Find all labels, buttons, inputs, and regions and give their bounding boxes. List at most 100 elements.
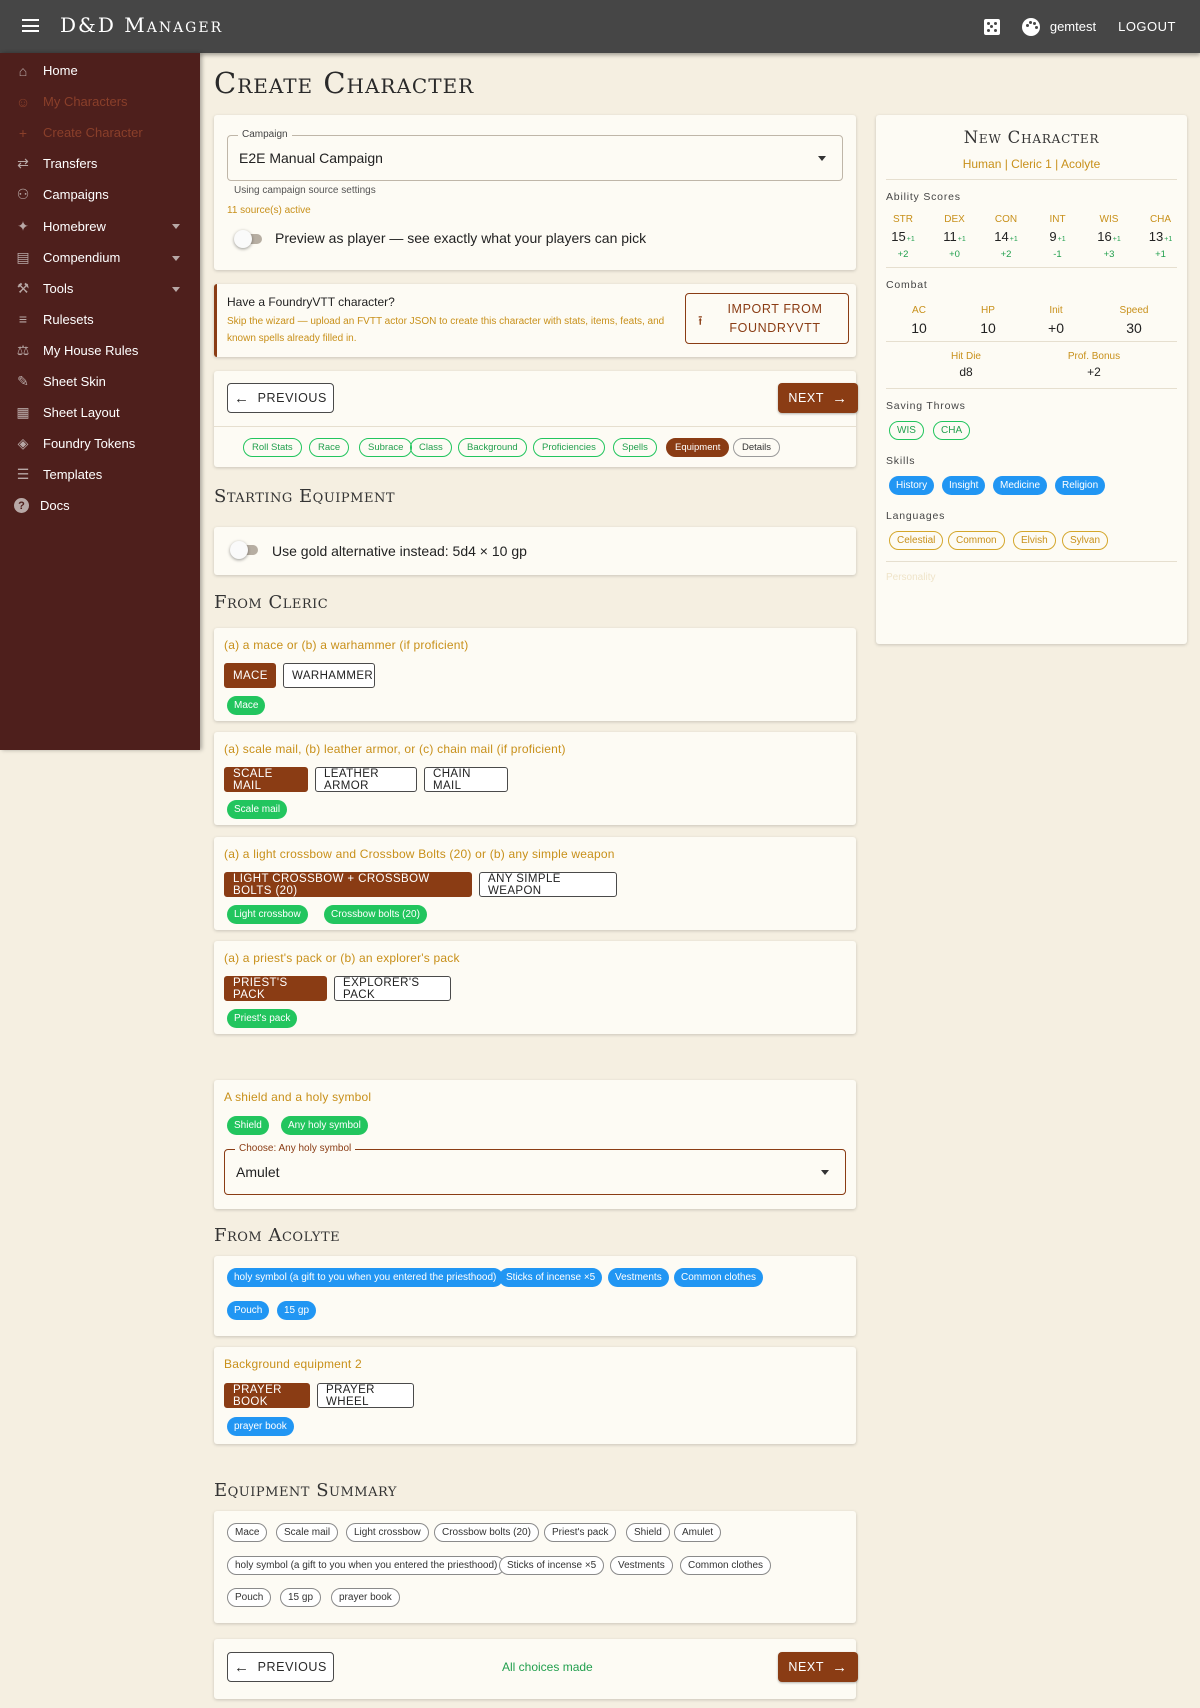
sidebar-item-homebrew[interactable]: ✦ Homebrew	[0, 210, 200, 241]
sidebar-item-label: Rulesets	[43, 311, 94, 327]
help-icon: ?	[14, 498, 29, 514]
next-button[interactable]: NEXT →	[778, 383, 858, 413]
brush-icon: ✎	[17, 372, 29, 389]
option-button[interactable]: LEATHER ARMOR	[315, 767, 417, 792]
combat-header: Combat	[886, 279, 928, 291]
sidebar-item-campaigns[interactable]: ⚇ Campaigns	[0, 179, 200, 210]
ability-modifier: +2	[1000, 249, 1012, 260]
step-spells[interactable]: Spells	[613, 438, 657, 457]
option-button[interactable]: PRAYER BOOK	[224, 1383, 310, 1408]
import-foundry-button[interactable]: ⭱ IMPORT FROM FOUNDRYVTT	[685, 293, 849, 344]
languages-header: Languages	[886, 510, 946, 522]
choice-question: A shield and a holy symbol	[224, 1090, 372, 1104]
sidebar-item-docs[interactable]: ? Docs	[0, 490, 200, 521]
ability-name: CHA	[1149, 214, 1172, 225]
item-chip: Pouch	[227, 1301, 270, 1320]
sidebar-item-transfers[interactable]: ⇄ Transfers	[0, 148, 200, 179]
previous-button[interactable]: ← PREVIOUS	[227, 383, 334, 413]
ability-score: 9+1	[1049, 229, 1066, 244]
option-button[interactable]: CHAIN MAIL	[424, 767, 508, 792]
sidebar-item-create-character[interactable]: + Create Character	[0, 117, 200, 148]
combat-stat-value: +0	[1048, 320, 1064, 336]
sidebar-item-label: My Characters	[43, 94, 128, 110]
option-button[interactable]: PRAYER WHEEL	[317, 1383, 414, 1408]
summary-chip: Light crossbow	[346, 1523, 429, 1542]
combat-stat-label: Init	[1049, 305, 1063, 316]
combat-stat-value: 10	[911, 320, 927, 336]
preview-toggle[interactable]	[234, 230, 264, 248]
language-chip: Elvish	[1013, 531, 1056, 550]
option-button[interactable]: SCALE MAIL	[224, 767, 308, 792]
option-button[interactable]: EXPLORER'S PACK	[334, 976, 451, 1001]
ability-name: CON	[994, 214, 1018, 225]
sidebar-item-rulesets[interactable]: ≡ Rulesets	[0, 304, 200, 335]
option-button[interactable]: ANY SIMPLE WEAPON	[479, 872, 617, 897]
item-chip: holy symbol (a gift to you when you ente…	[227, 1268, 504, 1287]
grid-icon: ▦	[16, 404, 30, 421]
panel-title: New Character	[963, 128, 1100, 147]
campaign-value: E2E Manual Campaign	[239, 150, 383, 166]
palette-icon[interactable]	[1021, 17, 1040, 36]
dice-icon[interactable]	[983, 18, 1000, 35]
item-chip: prayer book	[227, 1417, 294, 1436]
holy-symbol-label: Choose: Any holy symbol	[235, 1143, 356, 1154]
choice-question: (a) a priest's pack or (b) an explorer's…	[224, 951, 460, 965]
sources-active: 11 source(s) active	[227, 205, 311, 216]
swap-icon: ⇄	[17, 155, 29, 172]
sidebar-item-compendium[interactable]: ▤ Compendium	[0, 242, 200, 273]
sidebar-item-label: Campaigns	[43, 187, 109, 203]
combat-stat-value: 10	[980, 320, 996, 336]
arrow-left-icon: ←	[233, 389, 250, 407]
sidebar-item-sheet-skin[interactable]: ✎ Sheet Skin	[0, 366, 200, 397]
class-choice-card: (a) a mace or (b) a warhammer (if profic…	[214, 628, 856, 721]
previous-button[interactable]: ← PREVIOUS	[227, 1652, 334, 1682]
sidebar-item-my-characters[interactable]: ☺ My Characters	[0, 86, 200, 117]
option-button[interactable]: MACE	[224, 663, 276, 688]
step-equipment[interactable]: Equipment	[666, 438, 730, 457]
home-icon: ⌂	[18, 62, 28, 79]
option-button[interactable]: PRIEST'S PACK	[224, 976, 327, 1001]
holy-symbol-select[interactable]: Choose: Any holy symbol Amulet	[224, 1143, 846, 1195]
campaign-select[interactable]: Campaign E2E Manual Campaign	[227, 129, 843, 181]
chevron-down-icon	[821, 1170, 829, 1175]
personality-label: Personality	[886, 572, 936, 583]
step-proficiencies[interactable]: Proficiencies	[533, 438, 605, 457]
sidebar-item-tools[interactable]: ⚒ Tools	[0, 273, 200, 304]
app-title[interactable]: D&D Manager	[60, 13, 223, 37]
from-background-title: From Acolyte	[214, 1225, 341, 1246]
option-button[interactable]: WARHAMMER	[283, 663, 375, 688]
summary-chip: Priest's pack	[544, 1523, 617, 1542]
sidebar-item-label: Tools	[43, 280, 74, 296]
background-choice-card: Background equipment 2 PRAYER BOOK PRAYER…	[214, 1347, 856, 1444]
ability-name: INT	[1049, 214, 1066, 225]
step-class[interactable]: Class	[410, 438, 452, 457]
choice-question: (a) a light crossbow and Crossbow Bolts …	[224, 847, 615, 861]
sidebar-item-home[interactable]: ⌂ Home	[0, 55, 200, 86]
next-button[interactable]: NEXT →	[778, 1652, 858, 1682]
step-roll-stats[interactable]: Roll Stats	[243, 438, 302, 457]
panel-subtitle: Human | Cleric 1 | Acolyte	[962, 157, 1101, 171]
step-background[interactable]: Background	[458, 438, 527, 457]
sidebar-item-sheet-layout[interactable]: ▦ Sheet Layout	[0, 397, 200, 428]
step-details[interactable]: Details	[733, 438, 781, 457]
gold-toggle[interactable]	[230, 541, 260, 559]
step-subrace[interactable]: Subrace	[359, 438, 413, 457]
menu-icon[interactable]	[22, 19, 39, 32]
rule-icon: ≡	[18, 311, 28, 328]
step-race[interactable]: Race	[309, 438, 350, 457]
item-chip: Scale mail	[227, 800, 288, 819]
sidebar-item-label: Transfers	[43, 156, 98, 172]
option-button[interactable]: LIGHT CROSSBOW + CROSSBOW BOLTS (20)	[224, 872, 472, 897]
sidebar-item-templates[interactable]: ☰ Templates	[0, 459, 200, 490]
sidebar-item-label: Compendium	[43, 249, 121, 265]
save-chip: WIS	[889, 421, 924, 440]
logout-button[interactable]: LOGOUT	[1118, 19, 1176, 34]
item-chip: Sticks of incense ×5	[499, 1268, 603, 1287]
sidebar-item-my-house-rules[interactable]: ⚖ My House Rules	[0, 335, 200, 366]
summary-chip: Shield	[626, 1523, 670, 1542]
skill-chip: Insight	[942, 476, 986, 495]
summary-chip: Common clothes	[680, 1556, 772, 1575]
sidebar-item-foundry-tokens[interactable]: ◈ Foundry Tokens	[0, 428, 200, 459]
character-preview-panel: New Character Human | Cleric 1 | Acolyte…	[876, 115, 1187, 644]
sidebar-item-label: Templates	[43, 467, 103, 483]
